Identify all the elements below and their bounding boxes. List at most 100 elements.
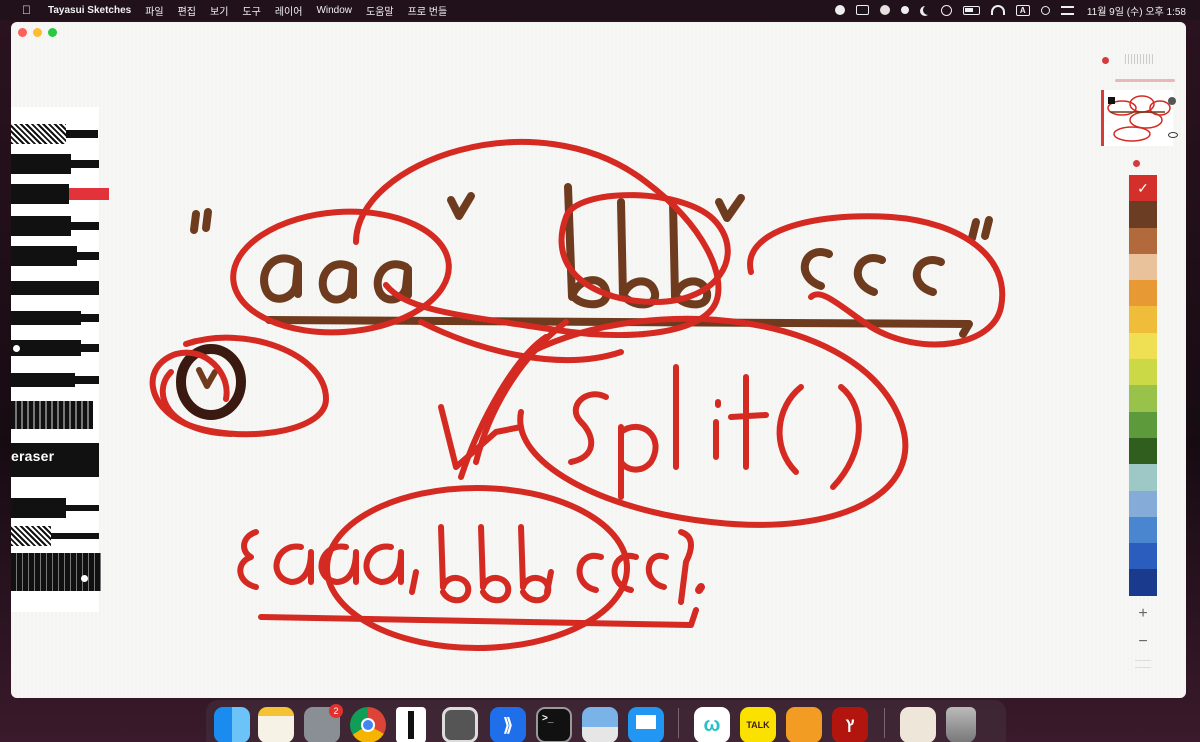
menu-view[interactable]: 보기 [210,3,228,18]
chrome-icon[interactable] [350,707,386,742]
swatch-7[interactable] [1129,359,1157,386]
ruler-dot-icon [81,575,88,582]
acrobat-icon[interactable]: ץ [832,707,868,742]
swatch-9[interactable] [1129,411,1157,438]
menu-tools[interactable]: 도구 [242,3,260,18]
menu-file[interactable]: 파일 [145,3,163,18]
red-ink-strokes [230,139,1006,651]
swatch-5[interactable] [1129,306,1157,333]
palette-menu-icon[interactable] [1135,660,1151,668]
pages-icon[interactable] [786,707,822,742]
layer-color-dot[interactable] [1102,57,1109,64]
tayasui-sketches-icon[interactable] [396,707,426,742]
finder-icon[interactable] [214,707,250,742]
input-source-icon[interactable]: A [1015,4,1030,16]
chrome-center-icon [361,718,375,732]
status-area: A 11월 9일 (수) 오후 1:58 [834,0,1186,20]
menu-help[interactable]: 도움말 [366,3,394,18]
pen-nib-icon [408,711,414,739]
tool-body [11,246,77,266]
swatch-2[interactable] [1129,227,1157,254]
letter-b-2 [617,198,660,309]
letter-c-3 [912,256,945,296]
current-color-dot[interactable] [1133,160,1140,167]
tool-body [11,526,51,546]
layer-visibility-eye-icon[interactable] [1168,132,1178,138]
wifi-icon[interactable] [990,5,1005,15]
drawing-canvas[interactable] [11,22,1186,698]
tool-body [11,281,99,295]
terminal-prompt-icon: >_ [542,713,554,724]
layer-lock-icon[interactable] [1108,97,1115,104]
swatch-15[interactable] [1129,569,1157,596]
focus-moon-icon[interactable] [923,5,933,15]
tool-tip [71,222,99,230]
tool-tip [81,314,99,322]
airbrush-ring-icon [12,344,21,353]
quote-mark-left [190,208,212,234]
swatch-6[interactable] [1129,332,1157,360]
swatch-8[interactable] [1129,385,1157,412]
menu-window[interactable]: Window [316,5,352,16]
kakaotalk-icon[interactable]: TALK [740,707,776,742]
tool-body [11,340,81,356]
layer-opacity-slider[interactable] [1115,79,1175,82]
swatch-4[interactable] [1129,280,1157,307]
swatch-12[interactable] [1129,490,1157,517]
letter-c-2 [853,254,886,296]
menu-pro-bundle[interactable]: 프로 번들 [408,3,448,18]
result-brace-right [678,529,694,605]
record-icon[interactable] [834,5,845,15]
tool-body [11,498,66,518]
swatch-3[interactable] [1129,253,1157,281]
battery-icon[interactable] [962,5,980,15]
swatch-13[interactable] [1129,516,1157,544]
swatch-1[interactable] [1129,201,1157,228]
layer-options-icon[interactable] [1168,97,1176,105]
vscode-glyph-icon: ⟫ [502,714,513,735]
tool-body [11,124,66,144]
split-rparen [830,384,862,490]
tool-palette: eraser [11,107,109,612]
add-color-button[interactable]: + [1129,604,1157,624]
tool-tip [77,252,99,260]
letter-a-1 [260,254,302,303]
tool-tip [66,130,98,138]
control-center-icon[interactable] [1060,5,1074,15]
now-playing-icon[interactable] [940,4,952,16]
visual-studio-code-icon[interactable]: ⟫ [490,707,526,742]
preview-icon[interactable] [582,707,618,742]
keynote-icon[interactable] [628,707,664,742]
layer-pattern-icon [1125,54,1155,64]
tool-tip [66,505,99,511]
terminal-icon[interactable]: >_ [536,707,572,742]
accent-dot [695,583,705,594]
downloads-stack-icon[interactable] [900,707,936,742]
remove-color-button[interactable]: − [1129,632,1157,652]
swatch-14[interactable] [1129,543,1157,570]
quote-mark-right [968,216,993,242]
calculator-icon[interactable] [442,707,478,742]
sync-icon[interactable] [900,6,909,14]
notification-app-icon[interactable] [879,5,890,15]
apple-icon[interactable]:  [22,3,36,17]
swatch-0[interactable]: ✓ [1129,175,1157,202]
keynote-podium-icon [636,715,656,729]
menu-app-name[interactable]: Tayasui Sketches [48,5,131,16]
swatch-10[interactable] [1129,437,1157,465]
notes-icon[interactable] [258,707,294,742]
swatch-11[interactable] [1129,464,1157,491]
menu-layer[interactable]: 레이어 [275,3,303,18]
menu-edit[interactable]: 편집 [178,3,196,18]
tool-body [11,311,81,325]
system-preferences-icon[interactable]: 2 [304,704,343,742]
trash-icon[interactable] [946,707,976,742]
tool-tip [81,344,99,352]
caret-v-2 [715,194,745,222]
screen-mirror-icon[interactable] [855,5,869,15]
result-comma-2 [544,569,554,595]
spotlight-search-icon[interactable] [1040,5,1050,15]
menu-clock[interactable]: 11월 9일 (수) 오후 1:58 [1087,3,1186,18]
split-s [568,391,609,465]
whale-browser-icon[interactable]: ω [694,707,730,742]
